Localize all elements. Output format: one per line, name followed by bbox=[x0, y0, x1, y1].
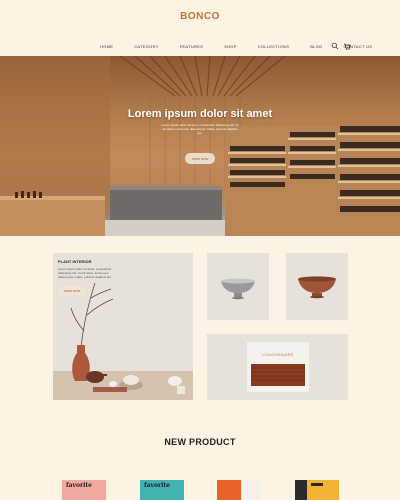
nav-home[interactable]: HOME bbox=[100, 44, 113, 49]
hero-store-interior-image bbox=[0, 56, 400, 236]
promo-text: Lorem ipsum dolor sit amet, consectetur … bbox=[58, 267, 112, 279]
clay-bowl-image bbox=[298, 276, 336, 299]
new-product-card[interactable]: favorite bbox=[140, 480, 184, 500]
new-product-title: NEW PRODUCT bbox=[164, 437, 236, 447]
search-icon[interactable] bbox=[331, 42, 339, 50]
product-tile-incense-box[interactable]: LOUGHENARE bbox=[207, 334, 348, 400]
hero-subtitle: Lorem ipsum dolor sit amet, consectetur … bbox=[161, 123, 239, 135]
promo-title: PLANT INTERIOR bbox=[58, 259, 92, 264]
nav-blog[interactable]: BLOG bbox=[310, 44, 322, 49]
nav-features[interactable]: FEATURES bbox=[180, 44, 203, 49]
product-cover-label: favorite bbox=[144, 482, 170, 489]
hero-shop-now-button[interactable]: SHOP NOW bbox=[185, 153, 215, 164]
product-tile-gray-bowl[interactable] bbox=[207, 253, 269, 320]
brand-logo[interactable]: BONCO bbox=[0, 11, 400, 22]
incense-box-brand: LOUGHENARE bbox=[261, 352, 294, 357]
new-product-card[interactable] bbox=[217, 480, 261, 500]
nav-category[interactable]: CATEGORY bbox=[134, 44, 158, 49]
product-cover-image bbox=[295, 480, 339, 500]
nav-collections[interactable]: COLLECTIONS bbox=[258, 44, 290, 49]
product-cover-image bbox=[241, 480, 261, 500]
gray-bowl-image bbox=[221, 278, 255, 300]
plant-interior-promo: PLANT INTERIOR Lorem ipsum dolor sit ame… bbox=[53, 253, 193, 400]
product-tile-clay-bowl[interactable] bbox=[286, 253, 348, 320]
new-product-card[interactable] bbox=[295, 480, 339, 500]
promo-shop-now-button[interactable]: SHOP NOW bbox=[58, 286, 86, 295]
hero-banner: Lorem ipsum dolor sit amet Lorem ipsum d… bbox=[0, 56, 400, 236]
incense-box-image bbox=[247, 342, 309, 392]
nav-shop[interactable]: SHOP bbox=[224, 44, 237, 49]
hero-title: Lorem ipsum dolor sit amet bbox=[127, 108, 273, 120]
cart-icon[interactable] bbox=[343, 42, 351, 50]
product-cover-label: favorite bbox=[66, 482, 92, 489]
new-product-card[interactable]: favorite bbox=[62, 480, 106, 500]
